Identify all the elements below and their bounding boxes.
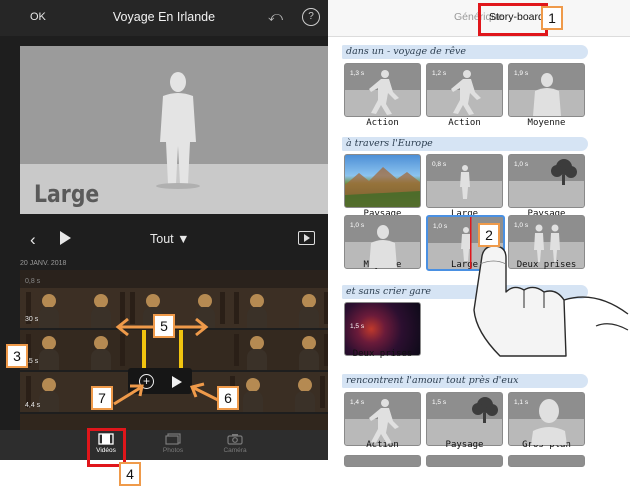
shot-tile[interactable]: 1,2 s [426, 63, 503, 117]
shot-tile[interactable]: 1,0 s [508, 215, 585, 269]
tile-caption: Action [366, 118, 399, 128]
shot-tile[interactable] [426, 455, 503, 467]
tile-duration: 1,9 s [514, 70, 529, 77]
annotation-4: 4 [119, 462, 141, 486]
tile-duration: 1,5 s [432, 399, 447, 406]
shot-tile[interactable]: 1,9 s [508, 63, 585, 117]
tile-duration: 1,0 s [514, 222, 529, 229]
clip-strip[interactable] [20, 414, 328, 430]
editor-top-bar: OK Voyage En Irlande ⤺ ? [0, 0, 328, 36]
shot-tile[interactable] [344, 154, 421, 208]
filter-dropdown[interactable]: Tout ▼ [150, 232, 189, 246]
shot-tile-selected[interactable]: 1,0 s [426, 215, 505, 271]
shot-tile[interactable]: 1,1 s [508, 392, 585, 446]
shot-tile[interactable]: 1,0 s [508, 154, 585, 208]
tile-caption: Action [448, 118, 481, 128]
tile-caption: Deux prises [352, 349, 413, 359]
clip-duration: 4,4 s [25, 402, 41, 409]
annotation-5: 5 [153, 314, 175, 338]
browser-controls: ‹ Tout ▼ [0, 228, 328, 254]
landscape-photo [345, 167, 420, 207]
section-header: à travers l'Europe [342, 137, 588, 151]
preview-clip-play-icon[interactable] [172, 376, 182, 388]
tile-duration: 1,0 s [433, 223, 448, 230]
section-title: dans un - voyage de rêve [346, 46, 466, 57]
tab-camera-label: Caméra [223, 447, 247, 454]
tab-camera[interactable]: Caméra [210, 432, 260, 454]
fullscreen-preview-icon[interactable] [298, 231, 315, 245]
shot-tile[interactable] [344, 455, 421, 467]
shot-tile[interactable]: 1,0 s [344, 215, 421, 269]
section-header: dans un - voyage de rêve [342, 45, 588, 59]
tile-duration: 1,0 s [350, 222, 365, 229]
annotation-1: 1 [541, 6, 563, 30]
tile-caption: Moyenne [527, 118, 566, 128]
tab-photos[interactable]: Photos [148, 432, 198, 454]
shot-tile[interactable]: 0,8 s [426, 154, 503, 208]
photos-icon [165, 433, 181, 445]
tile-duration: 1,0 s [514, 161, 529, 168]
date-header: 20 JANV. 2018 [20, 260, 67, 267]
shot-preview: Large [20, 46, 328, 214]
media-tab-bar: Vidéos Photos Caméra [0, 430, 328, 460]
story-board-highlight [478, 3, 548, 36]
shot-tile[interactable] [508, 455, 585, 467]
clip-duration: 30 s [25, 316, 39, 323]
clip-duration: 0,8 s [25, 278, 41, 285]
tile-duration: 1,1 s [514, 399, 529, 406]
shot-tile[interactable]: 1,5 s [426, 392, 503, 446]
tile-duration: 0,8 s [432, 161, 447, 168]
tile-duration: 1,5 s [350, 323, 365, 330]
tile-duration: 1,4 s [350, 399, 365, 406]
annotation-6: 6 [217, 386, 239, 410]
camera-icon [227, 434, 243, 445]
undo-icon[interactable]: ⤺ [268, 8, 283, 25]
play-icon[interactable] [60, 231, 71, 245]
shot-tile[interactable]: 1,3 s [344, 63, 421, 117]
shot-tile[interactable]: 1,4 s [344, 392, 421, 446]
tile-duration: 1,2 s [432, 70, 447, 77]
arrow-icon [113, 384, 144, 406]
video-editor-pane: OK Voyage En Irlande ⤺ ? Large ‹ Tout ▼ … [0, 0, 328, 460]
tab-photos-label: Photos [162, 447, 184, 454]
back-chevron-icon[interactable]: ‹ [30, 230, 36, 250]
section-title: et sans crier gare [346, 286, 432, 297]
tile-duration: 1,3 s [350, 70, 365, 77]
annotation-3: 3 [6, 344, 28, 368]
preview-caption: Large [34, 180, 100, 208]
shot-tile[interactable]: 1,5 s [344, 302, 421, 356]
annotation-7: 7 [91, 386, 113, 410]
templates-pane: Générique Story-board dans un - voyage d… [328, 0, 630, 489]
section-title: à travers l'Europe [346, 138, 433, 149]
help-icon[interactable]: ? [302, 8, 320, 26]
